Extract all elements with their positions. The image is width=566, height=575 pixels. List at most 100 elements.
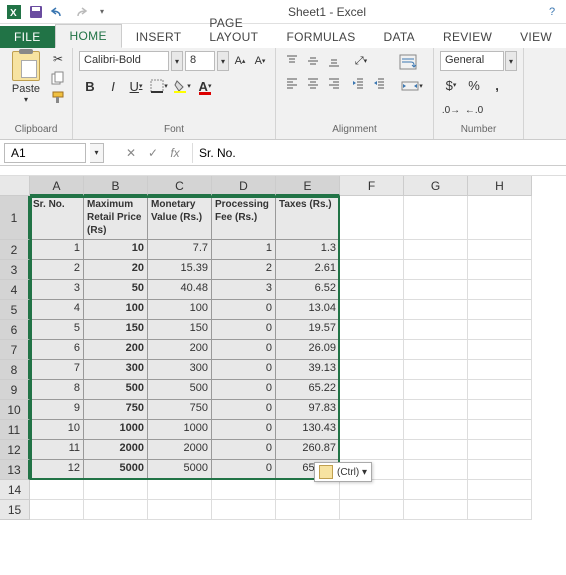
increase-decimal-icon[interactable]: .0→ xyxy=(440,99,462,121)
cell[interactable] xyxy=(468,360,532,380)
cell[interactable] xyxy=(468,260,532,280)
cell[interactable] xyxy=(148,500,212,520)
accounting-format-icon[interactable]: $▾ xyxy=(440,74,462,96)
cell[interactable]: 13.04 xyxy=(276,300,340,320)
cell[interactable] xyxy=(468,480,532,500)
redo-icon[interactable] xyxy=(70,2,90,22)
font-size-select[interactable]: 8 xyxy=(185,51,215,71)
row-header-8[interactable]: 8 xyxy=(0,360,30,380)
cell[interactable]: 0 xyxy=(212,380,276,400)
cell[interactable] xyxy=(30,500,84,520)
cell[interactable] xyxy=(404,480,468,500)
cell[interactable]: 300 xyxy=(148,360,212,380)
align-right-icon[interactable] xyxy=(324,73,344,93)
cell[interactable] xyxy=(148,480,212,500)
row-header-4[interactable]: 4 xyxy=(0,280,30,300)
tab-data[interactable]: DATA xyxy=(370,26,429,48)
row-header-3[interactable]: 3 xyxy=(0,260,30,280)
fill-color-button[interactable]: ▾ xyxy=(171,75,193,97)
save-icon[interactable] xyxy=(26,2,46,22)
paste-options-badge[interactable]: (Ctrl) ▾ xyxy=(314,462,372,482)
cell[interactable] xyxy=(340,300,404,320)
align-bottom-icon[interactable] xyxy=(324,51,344,71)
cell[interactable]: 3 xyxy=(212,280,276,300)
col-header-F[interactable]: F xyxy=(340,176,404,196)
cell[interactable]: 10 xyxy=(30,420,84,440)
format-painter-icon[interactable] xyxy=(50,89,66,105)
cell[interactable]: 2000 xyxy=(148,440,212,460)
cell[interactable] xyxy=(404,280,468,300)
orientation-icon[interactable]: ⤢ ▾ xyxy=(348,51,374,71)
cell[interactable]: 200 xyxy=(148,340,212,360)
cell[interactable] xyxy=(276,500,340,520)
cell[interactable] xyxy=(404,380,468,400)
cell[interactable]: 2.61 xyxy=(276,260,340,280)
font-name-dropdown-icon[interactable]: ▾ xyxy=(171,51,183,71)
cell[interactable]: Maximum Retail Price (Rs) xyxy=(84,196,148,240)
row-header-6[interactable]: 6 xyxy=(0,320,30,340)
cell[interactable]: 200 xyxy=(84,340,148,360)
cell[interactable]: 1000 xyxy=(148,420,212,440)
cell[interactable]: 500 xyxy=(84,380,148,400)
row-header-15[interactable]: 15 xyxy=(0,500,30,520)
cell[interactable] xyxy=(468,240,532,260)
cell[interactable]: 2 xyxy=(30,260,84,280)
number-format-dropdown-icon[interactable]: ▾ xyxy=(505,51,517,71)
row-header-1[interactable]: 1 xyxy=(0,196,30,240)
tab-file[interactable]: FILE xyxy=(0,26,55,48)
cell[interactable]: 8 xyxy=(30,380,84,400)
underline-button[interactable]: U▾ xyxy=(125,75,147,97)
cell[interactable] xyxy=(404,360,468,380)
col-header-C[interactable]: C xyxy=(148,176,212,196)
cell[interactable]: 6.52 xyxy=(276,280,340,300)
cell[interactable]: 0 xyxy=(212,340,276,360)
cell[interactable] xyxy=(84,500,148,520)
comma-format-icon[interactable]: , xyxy=(486,74,508,96)
cell[interactable] xyxy=(404,340,468,360)
percent-format-icon[interactable]: % xyxy=(463,74,485,96)
cell[interactable]: 0 xyxy=(212,300,276,320)
cell[interactable] xyxy=(340,280,404,300)
cell[interactable] xyxy=(340,500,404,520)
enter-formula-icon[interactable]: ✓ xyxy=(144,143,162,163)
cell[interactable] xyxy=(468,340,532,360)
cell[interactable]: 11 xyxy=(30,440,84,460)
row-header-7[interactable]: 7 xyxy=(0,340,30,360)
help-icon[interactable]: ? xyxy=(542,2,562,22)
cell[interactable]: 1 xyxy=(212,240,276,260)
cell[interactable]: 39.13 xyxy=(276,360,340,380)
cut-icon[interactable]: ✂ xyxy=(50,51,66,67)
cell[interactable]: 2000 xyxy=(84,440,148,460)
col-header-B[interactable]: B xyxy=(84,176,148,196)
cell[interactable]: Processing Fee (Rs.) xyxy=(212,196,276,240)
tab-view[interactable]: VIEW xyxy=(506,26,566,48)
cell[interactable] xyxy=(340,320,404,340)
cell[interactable] xyxy=(340,400,404,420)
increase-indent-icon[interactable] xyxy=(369,73,389,93)
cell[interactable]: Monetary Value (Rs.) xyxy=(148,196,212,240)
row-header-11[interactable]: 11 xyxy=(0,420,30,440)
tab-page-layout[interactable]: PAGE LAYOUT xyxy=(195,12,272,48)
col-header-D[interactable]: D xyxy=(212,176,276,196)
cell[interactable]: 5 xyxy=(30,320,84,340)
cell[interactable]: 6 xyxy=(30,340,84,360)
cell[interactable] xyxy=(30,480,84,500)
cell[interactable] xyxy=(340,340,404,360)
cell[interactable]: 3 xyxy=(30,280,84,300)
cell[interactable] xyxy=(404,320,468,340)
align-left-icon[interactable] xyxy=(282,73,302,93)
cell[interactable]: 5000 xyxy=(148,460,212,480)
cell[interactable]: 100 xyxy=(148,300,212,320)
row-header-9[interactable]: 9 xyxy=(0,380,30,400)
cell[interactable]: 1000 xyxy=(84,420,148,440)
cell[interactable] xyxy=(468,196,532,240)
tab-home[interactable]: HOME xyxy=(55,24,122,48)
col-header-G[interactable]: G xyxy=(404,176,468,196)
align-center-icon[interactable] xyxy=(303,73,323,93)
cell[interactable]: 50 xyxy=(84,280,148,300)
cell[interactable]: 10 xyxy=(84,240,148,260)
cell[interactable] xyxy=(404,300,468,320)
cell[interactable]: 150 xyxy=(148,320,212,340)
cell[interactable] xyxy=(468,280,532,300)
cell[interactable] xyxy=(468,400,532,420)
